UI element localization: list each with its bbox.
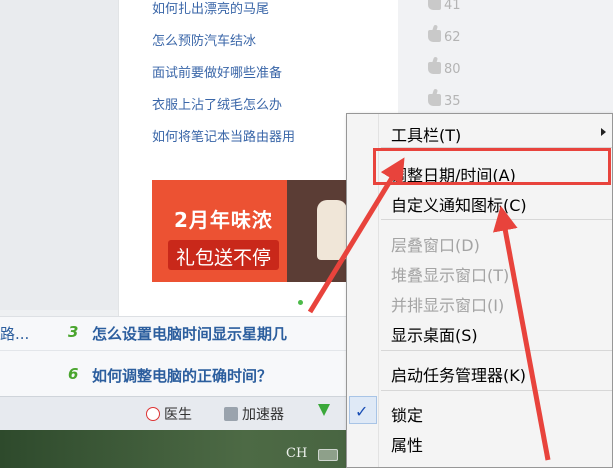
ad-mascot-image bbox=[317, 200, 347, 260]
related-number: 3 bbox=[68, 323, 79, 341]
menu-item-show-desktop[interactable]: 显示桌面(S) bbox=[391, 322, 478, 346]
chevron-right-icon bbox=[601, 128, 606, 136]
list-item[interactable]: 面试前要做好哪些准备 80 bbox=[152, 62, 472, 82]
ad-subtitle: 礼包送不停 bbox=[168, 240, 280, 270]
related-link[interactable]: 如何调整电脑的正确时间？ bbox=[92, 365, 272, 386]
download-button[interactable] bbox=[318, 404, 330, 420]
list-item[interactable]: 衣服上沾了绒毛怎么办 35 bbox=[152, 94, 472, 114]
menu-separator bbox=[381, 350, 612, 351]
thumbs-up-icon bbox=[428, 0, 441, 10]
menu-item-lock-taskbar[interactable]: 锁定 bbox=[391, 402, 423, 426]
menu-item-properties[interactable]: 属性 bbox=[391, 432, 423, 456]
related-number: 6 bbox=[68, 365, 79, 383]
menu-item-task-manager[interactable]: 启动任务管理器(K) bbox=[391, 362, 526, 386]
check-icon: ✓ bbox=[355, 402, 369, 421]
related-questions: 路... 3 怎么设置电脑时间显示星期几 6 如何调整电脑的正确时间？ bbox=[0, 316, 355, 396]
ad-title: 2月年味浓 bbox=[174, 208, 273, 232]
truncated-link[interactable]: 路... bbox=[0, 323, 29, 344]
related-item[interactable]: 路... 3 怎么设置电脑时间显示星期几 bbox=[0, 317, 355, 349]
like-count: 80 bbox=[428, 62, 461, 77]
menu-separator bbox=[381, 219, 612, 220]
divider bbox=[0, 350, 355, 351]
list-item[interactable]: 怎么预防汽车结冰 62 bbox=[152, 30, 472, 50]
menu-item-stack-windows[interactable]: 堆叠显示窗口(T) bbox=[391, 262, 509, 286]
question-title[interactable]: 面试前要做好哪些准备 bbox=[152, 62, 282, 81]
medical-cross-icon bbox=[146, 407, 160, 421]
thumbs-up-icon bbox=[428, 62, 441, 74]
arrow-down-icon bbox=[318, 404, 330, 416]
carousel-dot[interactable] bbox=[298, 300, 303, 305]
plane-icon bbox=[224, 407, 238, 421]
accelerator-button[interactable]: 加速器 bbox=[224, 404, 284, 424]
question-title[interactable]: 怎么预防汽车结冰 bbox=[152, 30, 256, 49]
ad-banner[interactable]: 2月年味浓 礼包送不停 bbox=[152, 180, 357, 282]
menu-item-cascade-windows[interactable]: 层叠窗口(D) bbox=[391, 232, 480, 256]
like-count: 35 bbox=[428, 94, 461, 109]
menu-item-toolbars[interactable]: 工具栏(T) bbox=[391, 122, 461, 146]
annotation-highlight-box bbox=[373, 148, 611, 185]
language-indicator[interactable]: CH bbox=[286, 446, 307, 461]
thumbs-up-icon bbox=[428, 94, 441, 106]
left-background-panel bbox=[0, 0, 118, 310]
related-item[interactable]: 6 如何调整电脑的正确时间？ bbox=[0, 359, 355, 391]
menu-item-customize-notification-icons[interactable]: 自定义通知图标(C) bbox=[391, 192, 527, 216]
question-title[interactable]: 如何扎出漂亮的马尾 bbox=[152, 0, 269, 17]
question-title[interactable]: 如何将笔记本当路由器用 bbox=[152, 126, 295, 145]
menu-separator bbox=[381, 390, 612, 391]
keyboard-icon[interactable] bbox=[318, 449, 338, 461]
question-title[interactable]: 衣服上沾了绒毛怎么办 bbox=[152, 94, 282, 113]
thumbs-up-icon bbox=[428, 30, 441, 42]
list-item[interactable]: 如何扎出漂亮的马尾 41 bbox=[152, 0, 472, 18]
menu-item-side-by-side-windows[interactable]: 并排显示窗口(I) bbox=[391, 292, 504, 316]
like-count: 41 bbox=[428, 0, 461, 13]
like-count: 62 bbox=[428, 30, 461, 45]
doctor-button[interactable]: 医生 bbox=[146, 404, 192, 424]
related-link[interactable]: 怎么设置电脑时间显示星期几 bbox=[92, 323, 287, 344]
